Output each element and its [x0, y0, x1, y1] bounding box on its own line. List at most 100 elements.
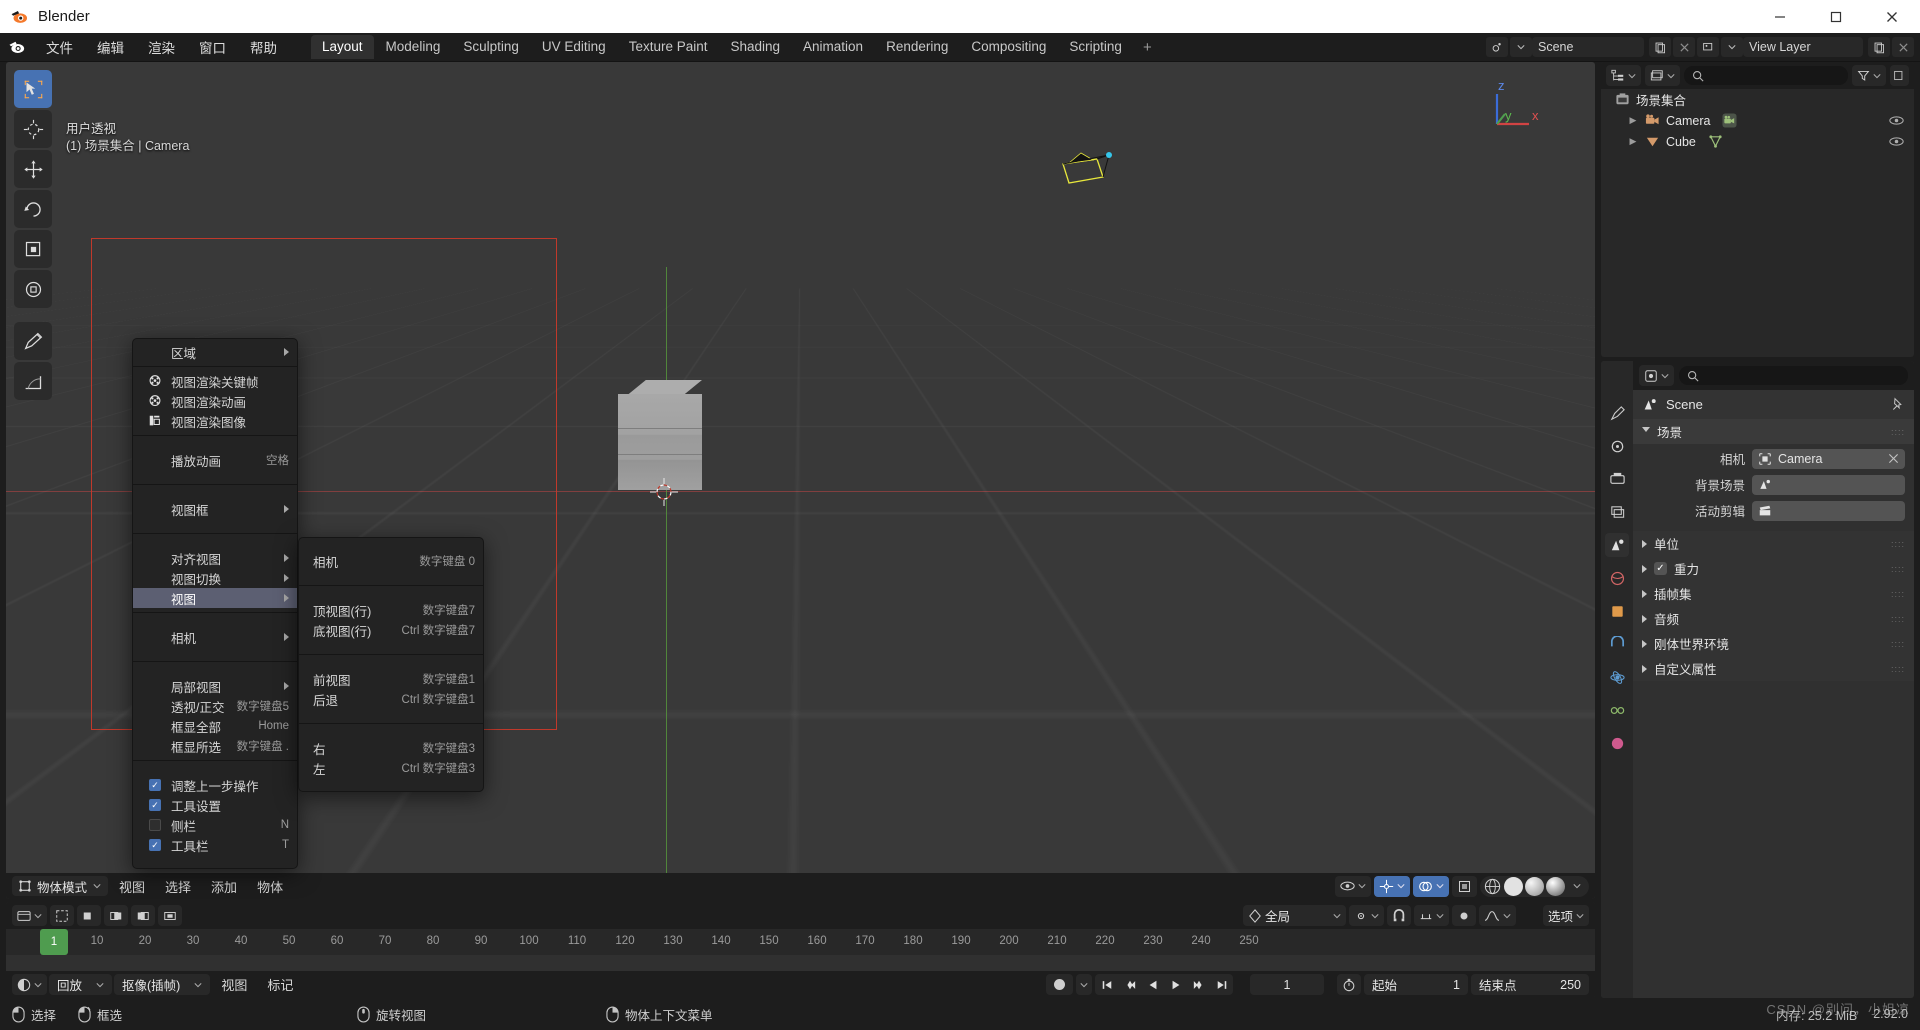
menu-edit[interactable]: 编辑 — [85, 33, 136, 61]
editor-type-selector[interactable] — [12, 905, 47, 926]
remove-view-layer-icon[interactable] — [1892, 37, 1914, 57]
transform-orientation-selector[interactable]: 全局 — [1242, 905, 1346, 926]
panel-keying-sets[interactable]: 插帧集 :::: — [1633, 581, 1914, 606]
tab-render[interactable] — [1605, 434, 1629, 458]
tool-annotate[interactable] — [14, 322, 52, 360]
shading-chevron-down-icon[interactable] — [1567, 877, 1586, 896]
scene-browse-icon[interactable] — [1486, 37, 1508, 57]
outliner-root-row[interactable]: 场景集合 — [1601, 89, 1914, 110]
outliner-filter-button[interactable] — [1852, 65, 1886, 86]
xray-toggle[interactable] — [1452, 875, 1477, 897]
tab-animation[interactable]: Animation — [792, 35, 874, 59]
new-scene-icon[interactable] — [1649, 37, 1671, 57]
play-button[interactable] — [1164, 974, 1187, 995]
tab-tool[interactable] — [1605, 401, 1629, 425]
menu-file[interactable]: 文件 — [34, 33, 85, 61]
tab-scripting[interactable]: Scripting — [1058, 35, 1133, 59]
ctx-item-view-switch[interactable]: 视图切换 — [133, 568, 297, 588]
blender-menu-icon[interactable] — [0, 33, 34, 61]
menu-window[interactable]: 窗口 — [187, 33, 238, 61]
timeline-playhead[interactable]: 1 — [40, 929, 68, 955]
ctx-item-viewport-render-keyframe[interactable]: 视图渲染关键帧 — [133, 371, 297, 391]
minimize-button[interactable] — [1752, 0, 1808, 33]
jump-to-end-button[interactable] — [1210, 974, 1233, 995]
visibility-selector[interactable] — [1335, 875, 1371, 897]
tool-tweak-select[interactable] — [14, 70, 52, 108]
ctx-check-sidebar[interactable]: 侧栏 N — [133, 815, 297, 835]
outliner-editor[interactable]: 场景集合 ▶ Camera ▶ Cube — [1601, 62, 1914, 357]
tool-transform[interactable] — [14, 270, 52, 308]
properties-editor-type-selector[interactable] — [1639, 365, 1674, 386]
select-mode-subtract[interactable] — [131, 905, 155, 926]
next-keyframe-button[interactable] — [1187, 974, 1210, 995]
timeline-menu-view[interactable]: 视图 — [212, 975, 256, 995]
select-mode-group[interactable] — [50, 905, 74, 926]
tool-cursor[interactable] — [14, 110, 52, 148]
tab-modifiers[interactable] — [1605, 632, 1629, 656]
outliner-editor-type-selector[interactable] — [1606, 65, 1641, 86]
viewport-shading-selector[interactable] — [1480, 875, 1589, 897]
timeline-editor[interactable]: 全局 选项 1 10 20 30 40 50 60 70 80 90 100 1… — [6, 902, 1595, 998]
ctx-check-tool-settings[interactable]: ✓ 工具设置 — [133, 795, 297, 815]
mesh-data-icon[interactable] — [1708, 134, 1723, 149]
submenu-item-top-view[interactable]: 顶视图(行) 数字键盘7 — [299, 600, 483, 620]
auto-keying-mode-selector[interactable] — [1076, 974, 1092, 995]
tab-scene[interactable] — [1605, 533, 1629, 557]
ctx-check-adjust-last-operation[interactable]: ✓ 调整上一步操作 — [133, 775, 297, 795]
options-dropdown[interactable]: 选项 — [1542, 905, 1589, 926]
scene-name-field[interactable]: Scene — [1532, 37, 1644, 57]
drag-handle-icon[interactable]: :::: — [1891, 427, 1905, 437]
checkbox-checked-icon[interactable]: ✓ — [1654, 562, 1667, 575]
panel-gravity[interactable]: ✓ 重力 :::: — [1633, 556, 1914, 581]
cube-object[interactable] — [618, 380, 702, 490]
tab-world[interactable] — [1605, 566, 1629, 590]
ctx-item-frame-all[interactable]: 框显全部 Home — [133, 716, 297, 736]
submenu-item-back-view[interactable]: 后退 Ctrl 数字键盘1 — [299, 689, 483, 709]
start-frame-field[interactable]: 起始 1 — [1364, 974, 1468, 995]
tab-output[interactable] — [1605, 467, 1629, 491]
outliner-row-cube[interactable]: ▶ Cube — [1601, 131, 1914, 152]
pivot-point-selector[interactable] — [1348, 905, 1384, 926]
end-frame-field[interactable]: 结束点 250 — [1471, 974, 1589, 995]
panel-audio[interactable]: 音频 :::: — [1633, 606, 1914, 631]
panel-units[interactable]: 单位 :::: — [1633, 531, 1914, 556]
outliner-new-collection-button[interactable] — [1890, 65, 1909, 86]
menu-help[interactable]: 帮助 — [238, 33, 289, 61]
tool-move[interactable] — [14, 150, 52, 188]
use-preview-range-toggle[interactable] — [1337, 974, 1361, 995]
view-layer-field[interactable]: View Layer — [1743, 37, 1863, 57]
timeline-track-area[interactable] — [6, 955, 1595, 971]
select-mode-extend[interactable] — [104, 905, 128, 926]
tab-modeling[interactable]: Modeling — [375, 35, 452, 59]
view-layer-chevron-icon[interactable] — [1721, 37, 1743, 57]
visibility-eye-icon[interactable] — [1889, 115, 1904, 126]
add-workspace-button[interactable]: + — [1134, 35, 1161, 59]
submenu-item-left-view[interactable]: 左 Ctrl 数字键盘3 — [299, 758, 483, 778]
ctx-item-viewpoint-frame[interactable]: 视图框 — [133, 499, 297, 519]
close-button[interactable] — [1864, 0, 1920, 33]
shading-wireframe-icon[interactable] — [1483, 877, 1502, 896]
tab-shading[interactable]: Shading — [719, 35, 791, 59]
ctx-item-perspective-ortho[interactable]: 透视/正交 数字键盘5 — [133, 696, 297, 716]
playback-menu[interactable]: 回放 — [49, 974, 113, 995]
view-layer-browse-icon[interactable] — [1697, 37, 1719, 57]
background-scene-field[interactable] — [1752, 474, 1905, 495]
proportional-falloff-selector[interactable] — [1478, 905, 1516, 926]
tab-compositing[interactable]: Compositing — [960, 35, 1057, 59]
submenu-item-right-view[interactable]: 右 数字键盘3 — [299, 738, 483, 758]
submenu-item-bottom-view[interactable]: 底视图(行) Ctrl 数字键盘7 — [299, 620, 483, 640]
new-view-layer-icon[interactable] — [1868, 37, 1890, 57]
viewport-menu-view[interactable]: 视图 — [110, 876, 154, 896]
checkbox-unchecked-icon[interactable] — [147, 819, 163, 831]
viewport-menu-add[interactable]: 添加 — [202, 876, 246, 896]
auto-keying-toggle[interactable] — [1046, 974, 1073, 995]
proportional-edit-toggle[interactable] — [1451, 905, 1476, 926]
panel-scene[interactable]: 场景 :::: — [1633, 419, 1914, 444]
drag-handle-icon[interactable]: :::: — [1891, 564, 1905, 574]
disclosure-triangle-icon[interactable]: ▶ — [1627, 136, 1639, 147]
clear-camera-icon[interactable] — [1888, 453, 1899, 464]
tab-physics[interactable] — [1605, 665, 1629, 689]
checkbox-checked-icon[interactable]: ✓ — [147, 799, 163, 811]
shading-material-icon[interactable] — [1525, 876, 1544, 896]
pin-icon[interactable] — [1890, 397, 1905, 412]
